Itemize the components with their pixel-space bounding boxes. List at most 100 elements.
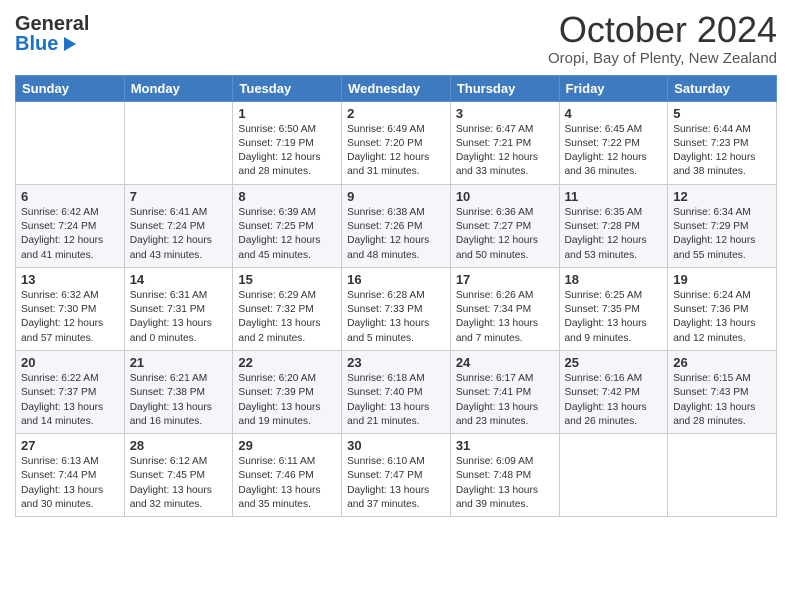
day-info: Sunrise: 6:25 AM Sunset: 7:35 PM Dayligh… xyxy=(565,289,663,346)
calendar-subtitle: Oropi, Bay of Plenty, New Zealand xyxy=(548,50,777,67)
table-cell: 5 Sunrise: 6:44 AM Sunset: 7:23 PM Daylig… xyxy=(668,101,777,184)
table-cell: 31 Sunrise: 6:09 AM Sunset: 7:48 PM Dayli… xyxy=(450,434,559,517)
table-cell: 9 Sunrise: 6:38 AM Sunset: 7:26 PM Daylig… xyxy=(342,184,451,267)
day-number: 27 xyxy=(21,438,119,453)
table-cell: 15 Sunrise: 6:29 AM Sunset: 7:32 PM Dayli… xyxy=(233,267,342,350)
day-info: Sunrise: 6:16 AM Sunset: 7:42 PM Dayligh… xyxy=(565,372,663,429)
col-thursday: Thursday xyxy=(450,75,559,101)
day-number: 6 xyxy=(21,189,119,204)
week-row-4: 27Sunrise: 6:13 AM Sunset: 7:44 PM Dayli… xyxy=(16,434,777,517)
table-cell: 24 Sunrise: 6:17 AM Sunset: 7:41 PM Dayli… xyxy=(450,350,559,433)
table-cell: 26Sunrise: 6:15 AM Sunset: 7:43 PM Dayli… xyxy=(668,350,777,433)
day-number: 5 xyxy=(673,106,771,121)
col-saturday: Saturday xyxy=(668,75,777,101)
day-info: Sunrise: 6:12 AM Sunset: 7:45 PM Dayligh… xyxy=(130,455,228,512)
day-info: Sunrise: 6:22 AM Sunset: 7:37 PM Dayligh… xyxy=(21,372,119,429)
week-row-3: 20 Sunrise: 6:22 AM Sunset: 7:37 PM Dayli… xyxy=(16,350,777,433)
day-info: Sunrise: 6:50 AM Sunset: 7:19 PM Dayligh… xyxy=(238,123,336,180)
day-number: 24 xyxy=(456,355,554,370)
table-cell: 16 Sunrise: 6:28 AM Sunset: 7:33 PM Dayli… xyxy=(342,267,451,350)
day-number: 8 xyxy=(238,189,336,204)
calendar-title: October 2024 xyxy=(548,10,777,50)
day-number: 17 xyxy=(456,272,554,287)
day-info: Sunrise: 6:45 AM Sunset: 7:22 PM Dayligh… xyxy=(565,123,663,180)
day-info: Sunrise: 6:26 AM Sunset: 7:34 PM Dayligh… xyxy=(456,289,554,346)
day-info: Sunrise: 6:47 AM Sunset: 7:21 PM Dayligh… xyxy=(456,123,554,180)
table-cell: 29 Sunrise: 6:11 AM Sunset: 7:46 PM Dayli… xyxy=(233,434,342,517)
title-block: October 2024 Oropi, Bay of Plenty, New Z… xyxy=(548,10,777,67)
day-info: Sunrise: 6:34 AM Sunset: 7:29 PM Dayligh… xyxy=(673,206,771,263)
table-cell: 30 Sunrise: 6:10 AM Sunset: 7:47 PM Dayli… xyxy=(342,434,451,517)
day-info: Sunrise: 6:17 AM Sunset: 7:41 PM Dayligh… xyxy=(456,372,554,429)
table-cell: 7 Sunrise: 6:41 AM Sunset: 7:24 PM Daylig… xyxy=(124,184,233,267)
day-number: 29 xyxy=(238,438,336,453)
day-info: Sunrise: 6:38 AM Sunset: 7:26 PM Dayligh… xyxy=(347,206,445,263)
day-info: Sunrise: 6:09 AM Sunset: 7:48 PM Dayligh… xyxy=(456,455,554,512)
day-number: 18 xyxy=(565,272,663,287)
day-info: Sunrise: 6:36 AM Sunset: 7:27 PM Dayligh… xyxy=(456,206,554,263)
day-number: 4 xyxy=(565,106,663,121)
table-cell: 22 Sunrise: 6:20 AM Sunset: 7:39 PM Dayli… xyxy=(233,350,342,433)
table-cell: 14Sunrise: 6:31 AM Sunset: 7:31 PM Dayli… xyxy=(124,267,233,350)
table-cell: 13Sunrise: 6:32 AM Sunset: 7:30 PM Dayli… xyxy=(16,267,125,350)
table-cell: 17 Sunrise: 6:26 AM Sunset: 7:34 PM Dayli… xyxy=(450,267,559,350)
day-info: Sunrise: 6:42 AM Sunset: 7:24 PM Dayligh… xyxy=(21,206,119,263)
day-number: 12 xyxy=(673,189,771,204)
table-cell: 21 Sunrise: 6:21 AM Sunset: 7:38 PM Dayli… xyxy=(124,350,233,433)
day-info: Sunrise: 6:24 AM Sunset: 7:36 PM Dayligh… xyxy=(673,289,771,346)
table-cell xyxy=(559,434,668,517)
page: General Blue October 2024 Oropi, Bay of … xyxy=(0,0,792,612)
day-number: 11 xyxy=(565,189,663,204)
day-number: 21 xyxy=(130,355,228,370)
day-info: Sunrise: 6:21 AM Sunset: 7:38 PM Dayligh… xyxy=(130,372,228,429)
table-cell: 4 Sunrise: 6:45 AM Sunset: 7:22 PM Daylig… xyxy=(559,101,668,184)
day-info: Sunrise: 6:32 AM Sunset: 7:30 PM Dayligh… xyxy=(21,289,119,346)
header-row: Sunday Monday Tuesday Wednesday Thursday… xyxy=(16,75,777,101)
day-number: 30 xyxy=(347,438,445,453)
table-cell xyxy=(16,101,125,184)
day-number: 9 xyxy=(347,189,445,204)
table-cell: 8Sunrise: 6:39 AM Sunset: 7:25 PM Daylig… xyxy=(233,184,342,267)
table-cell: 19 Sunrise: 6:24 AM Sunset: 7:36 PM Dayli… xyxy=(668,267,777,350)
day-info: Sunrise: 6:28 AM Sunset: 7:33 PM Dayligh… xyxy=(347,289,445,346)
day-number: 20 xyxy=(21,355,119,370)
week-row-2: 13Sunrise: 6:32 AM Sunset: 7:30 PM Dayli… xyxy=(16,267,777,350)
day-number: 15 xyxy=(238,272,336,287)
day-number: 22 xyxy=(238,355,336,370)
calendar-table: Sunday Monday Tuesday Wednesday Thursday… xyxy=(15,75,777,518)
col-monday: Monday xyxy=(124,75,233,101)
table-cell: 12 Sunrise: 6:34 AM Sunset: 7:29 PM Dayli… xyxy=(668,184,777,267)
table-cell: 10Sunrise: 6:36 AM Sunset: 7:27 PM Dayli… xyxy=(450,184,559,267)
logo: General Blue xyxy=(15,10,89,54)
calendar-body: 1 Sunrise: 6:50 AM Sunset: 7:19 PM Daylig… xyxy=(16,101,777,517)
day-number: 1 xyxy=(238,106,336,121)
week-row-0: 1 Sunrise: 6:50 AM Sunset: 7:19 PM Daylig… xyxy=(16,101,777,184)
table-cell: 3 Sunrise: 6:47 AM Sunset: 7:21 PM Daylig… xyxy=(450,101,559,184)
col-sunday: Sunday xyxy=(16,75,125,101)
day-number: 14 xyxy=(130,272,228,287)
day-number: 7 xyxy=(130,189,228,204)
col-friday: Friday xyxy=(559,75,668,101)
day-number: 3 xyxy=(456,106,554,121)
day-info: Sunrise: 6:35 AM Sunset: 7:28 PM Dayligh… xyxy=(565,206,663,263)
day-number: 26 xyxy=(673,355,771,370)
table-cell: 11 Sunrise: 6:35 AM Sunset: 7:28 PM Dayli… xyxy=(559,184,668,267)
day-number: 2 xyxy=(347,106,445,121)
week-row-1: 6 Sunrise: 6:42 AM Sunset: 7:24 PM Daylig… xyxy=(16,184,777,267)
day-number: 16 xyxy=(347,272,445,287)
day-info: Sunrise: 6:10 AM Sunset: 7:47 PM Dayligh… xyxy=(347,455,445,512)
day-info: Sunrise: 6:29 AM Sunset: 7:32 PM Dayligh… xyxy=(238,289,336,346)
day-number: 31 xyxy=(456,438,554,453)
day-number: 19 xyxy=(673,272,771,287)
day-info: Sunrise: 6:44 AM Sunset: 7:23 PM Dayligh… xyxy=(673,123,771,180)
day-info: Sunrise: 6:20 AM Sunset: 7:39 PM Dayligh… xyxy=(238,372,336,429)
day-number: 25 xyxy=(565,355,663,370)
day-info: Sunrise: 6:11 AM Sunset: 7:46 PM Dayligh… xyxy=(238,455,336,512)
table-cell: 25 Sunrise: 6:16 AM Sunset: 7:42 PM Dayli… xyxy=(559,350,668,433)
table-cell: 1 Sunrise: 6:50 AM Sunset: 7:19 PM Daylig… xyxy=(233,101,342,184)
day-info: Sunrise: 6:41 AM Sunset: 7:24 PM Dayligh… xyxy=(130,206,228,263)
table-cell: 2Sunrise: 6:49 AM Sunset: 7:20 PM Daylig… xyxy=(342,101,451,184)
day-info: Sunrise: 6:18 AM Sunset: 7:40 PM Dayligh… xyxy=(347,372,445,429)
col-tuesday: Tuesday xyxy=(233,75,342,101)
table-cell xyxy=(124,101,233,184)
